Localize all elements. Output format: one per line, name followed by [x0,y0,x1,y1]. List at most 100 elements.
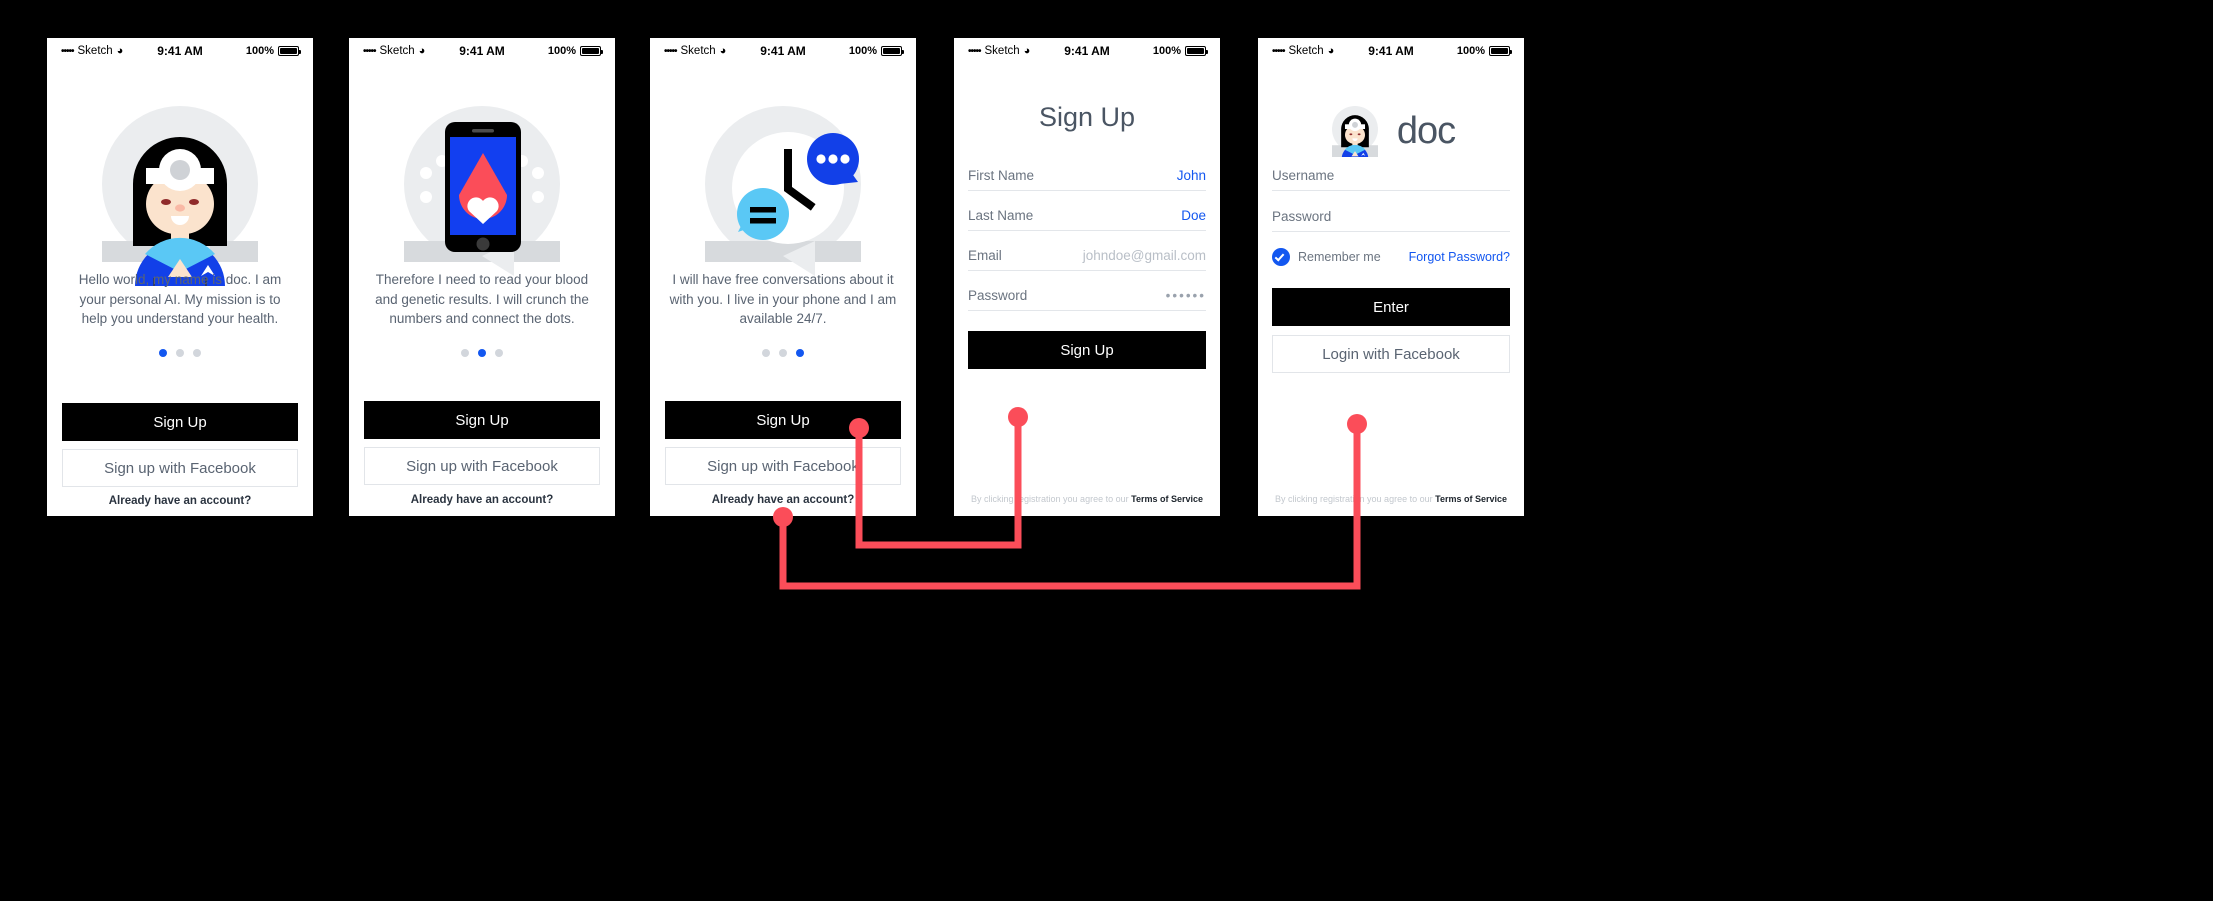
username-field[interactable]: Username [1272,163,1510,191]
sign-up-button[interactable]: Sign Up [665,401,901,439]
screen-onboarding-3: ••••• Sketch ◕ 9:41 AM 100% I will have … [650,38,916,516]
onboarding-body-text: I will have free conversations about it … [669,272,897,327]
sign-up-submit-button[interactable]: Sign Up [968,331,1206,369]
email-label: Email [968,248,1002,263]
already-have-account-link[interactable]: Already have an account? [349,494,615,506]
remember-me-row[interactable]: Remember me [1272,248,1381,266]
battery-percent-label: 100% [547,45,577,57]
page-dot-1[interactable] [461,349,469,357]
onboarding-body-text: Therefore I need to read your blood and … [375,272,589,327]
battery-percent-label: 100% [245,45,275,57]
carrier-label: Sketch [77,45,113,57]
page-indicator[interactable] [650,349,916,357]
brand-name: doc [1396,109,1456,152]
sign-up-with-facebook-button[interactable]: Sign up with Facebook [364,447,600,485]
onboarding-body-text: Hello world, my name is doc. I am your p… [78,272,282,327]
screen-sign-up: ••••• Sketch ◕ 9:41 AM 100% Sign Up Firs… [954,38,1220,516]
page-dot-2[interactable] [176,349,184,357]
carrier-label: Sketch [379,45,415,57]
page-dot-2[interactable] [478,349,486,357]
battery-full-icon [1185,46,1209,56]
clock-label: 9:41 AM [1368,44,1414,58]
email-placeholder: johndoe@gmail.com [1082,248,1206,263]
page-dot-1[interactable] [762,349,770,357]
terms-prefix-text: By clicking registration you agree to ou… [971,494,1132,504]
wifi-icon: ◕ [1023,45,1031,57]
clock-label: 9:41 AM [760,44,806,58]
email-field[interactable]: Email johndoe@gmail.com [968,243,1206,271]
password-field[interactable]: Password •••••• [968,283,1206,311]
carrier-label: Sketch [680,45,716,57]
terms-disclaimer: By clicking registration you agree to ou… [1266,494,1516,504]
last-name-value: Doe [1181,208,1206,223]
remember-me-checkbox[interactable] [1272,248,1290,266]
last-name-label: Last Name [968,208,1034,223]
login-with-facebook-button[interactable]: Login with Facebook [1272,335,1510,373]
status-bar: ••••• Sketch ◕ 9:41 AM 100% [1258,38,1524,64]
already-have-account-link[interactable]: Already have an account? [650,494,916,506]
terms-of-service-link[interactable]: Terms of Service [1131,494,1203,504]
page-dot-3[interactable] [193,349,201,357]
terms-of-service-link[interactable]: Terms of Service [1435,494,1507,504]
battery-full-icon [881,46,905,56]
signal-dots-icon: ••••• [664,45,677,57]
wifi-icon: ◕ [1327,45,1335,57]
sign-up-with-facebook-button[interactable]: Sign up with Facebook [62,449,298,487]
battery-full-icon [580,46,604,56]
prototype-canvas: ••••• Sketch ◕ 9:41 AM 100% Hello world,… [0,0,2213,901]
clock-label: 9:41 AM [157,44,203,58]
battery-full-icon [278,46,302,56]
carrier-label: Sketch [984,45,1020,57]
sign-up-button[interactable]: Sign Up [62,403,298,441]
terms-disclaimer: By clicking registration you agree to ou… [962,494,1212,504]
login-password-label: Password [1272,209,1332,224]
doctor-avatar-illustration [47,96,313,286]
first-name-value: John [1176,168,1206,183]
username-label: Username [1272,168,1335,183]
status-bar: ••••• Sketch ◕ 9:41 AM 100% [47,38,313,64]
terms-prefix-text: By clicking registration you agree to ou… [1275,494,1436,504]
clock-label: 9:41 AM [459,44,505,58]
password-masked-value: •••••• [1165,288,1206,303]
clock-label: 9:41 AM [1064,44,1110,58]
battery-percent-label: 100% [1152,45,1182,57]
carrier-label: Sketch [1288,45,1324,57]
sign-up-button[interactable]: Sign Up [364,401,600,439]
page-dot-3[interactable] [796,349,804,357]
enter-button[interactable]: Enter [1272,288,1510,326]
wifi-icon: ◕ [418,45,426,57]
last-name-field[interactable]: Last Name Doe [968,203,1206,231]
first-name-label: First Name [968,168,1035,183]
page-dot-3[interactable] [495,349,503,357]
wifi-icon: ◕ [719,45,727,57]
battery-full-icon [1489,46,1513,56]
status-bar: ••••• Sketch ◕ 9:41 AM 100% [954,38,1220,64]
password-label: Password [968,288,1028,303]
screen-onboarding-2: ••••• Sketch ◕ 9:41 AM 100% Therefore I … [349,38,615,516]
battery-percent-label: 100% [848,45,878,57]
signal-dots-icon: ••••• [968,45,981,57]
screen-onboarding-1: ••••• Sketch ◕ 9:41 AM 100% Hello world,… [47,38,313,516]
brand-lockup: doc [1258,100,1524,162]
wifi-icon: ◕ [116,45,124,57]
forgot-password-link[interactable]: Forgot Password? [1409,250,1510,264]
phone-blood-drop-illustration [349,96,615,286]
login-password-field[interactable]: Password [1272,204,1510,232]
status-bar: ••••• Sketch ◕ 9:41 AM 100% [650,38,916,64]
page-title: Sign Up [1038,102,1136,132]
page-indicator[interactable] [47,349,313,357]
signal-dots-icon: ••••• [61,45,74,57]
already-have-account-link[interactable]: Already have an account? [47,495,313,507]
status-bar: ••••• Sketch ◕ 9:41 AM 100% [349,38,615,64]
doc-avatar-icon [1327,101,1383,162]
page-dot-1[interactable] [159,349,167,357]
page-dot-2[interactable] [779,349,787,357]
clock-chat-bubbles-illustration [650,96,916,286]
signal-dots-icon: ••••• [1272,45,1285,57]
page-indicator[interactable] [349,349,615,357]
sign-up-with-facebook-button[interactable]: Sign up with Facebook [665,447,901,485]
signal-dots-icon: ••••• [363,45,376,57]
first-name-field[interactable]: First Name John [968,163,1206,191]
remember-me-label: Remember me [1298,250,1381,264]
screen-login: ••••• Sketch ◕ 9:41 AM 100% doc Username… [1258,38,1524,516]
